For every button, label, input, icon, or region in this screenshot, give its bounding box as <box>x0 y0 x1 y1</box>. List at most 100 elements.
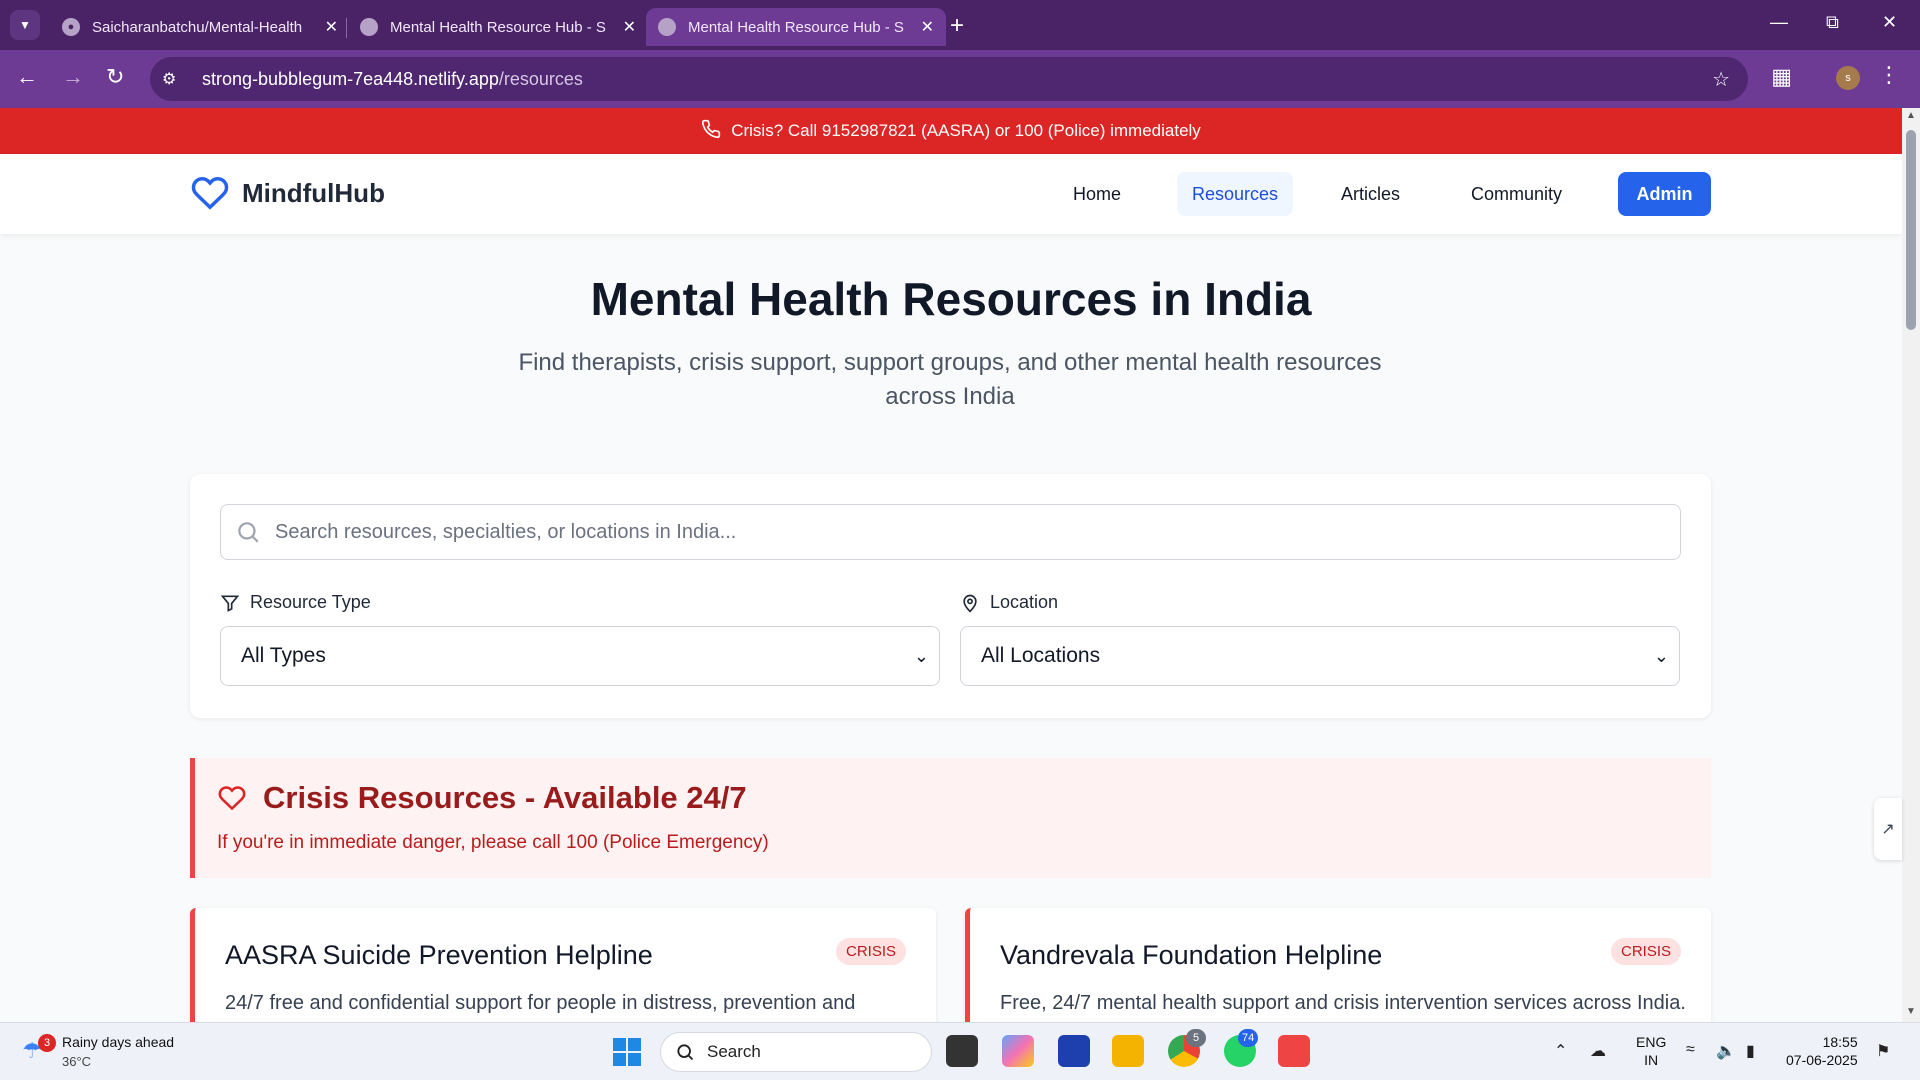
page-scrollbar[interactable]: ▲ ▼ <box>1902 108 1920 1022</box>
chrome-profile-badge: 5 <box>1186 1029 1206 1047</box>
filter-card: Search resources, specialties, or locati… <box>190 474 1711 718</box>
tab-title: Saicharanbatchu/Mental-Health <box>92 18 303 36</box>
weather-temp: 36°C <box>62 1054 92 1069</box>
map-pin-icon <box>963 594 977 612</box>
page-subtitle: Find therapists, crisis support, support… <box>518 349 1382 410</box>
crisis-resources-panel: Crisis Resources - Available 24/7 If you… <box>190 758 1711 878</box>
scroll-down-icon[interactable]: ▼ <box>1906 1006 1916 1017</box>
scroll-up-icon[interactable]: ▲ <box>1906 110 1916 121</box>
site-header: MindfulHub Home Resources Articles Commu… <box>0 154 1902 234</box>
language-indicator[interactable]: ENG IN <box>1636 1033 1666 1069</box>
tab-title: Mental Health Resource Hub - S <box>390 18 606 36</box>
browser-tab-resource-hub-active[interactable]: Mental Health Resource Hub - S ✕ <box>646 8 946 46</box>
search-icon <box>238 522 259 543</box>
tab-search-dropdown-icon[interactable]: ▼ <box>10 10 40 40</box>
crisis-banner-text: Crisis? Call 9152987821 (AASRA) or 100 (… <box>731 121 1201 140</box>
side-panel-toggle-icon[interactable]: ↗ <box>1874 798 1902 860</box>
system-clock[interactable]: 18:55 07-06-2025 <box>1786 1033 1858 1069</box>
close-tab-icon[interactable]: ✕ <box>623 17 636 37</box>
resource-type-badge: CRISIS <box>1610 938 1681 965</box>
crisis-banner: Crisis? Call 9152987821 (AASRA) or 100 (… <box>0 108 1902 154</box>
nav-articles[interactable]: Articles <box>1326 172 1415 216</box>
browser-toolbar: ← → ↻ ⚙ strong-bubblegum-7ea448.netlify.… <box>0 50 1920 108</box>
scrollbar-thumb[interactable] <box>1906 130 1916 330</box>
tab-title: Mental Health Resource Hub - S <box>688 18 904 36</box>
browser-menu-icon[interactable]: ⋮ <box>1878 62 1900 88</box>
browser-tab-github[interactable]: ● Saicharanbatchu/Mental-Health ✕ <box>50 8 350 46</box>
windows-taskbar: ☂ 3 Rainy days ahead 36°C Search 5 74 ⌃ … <box>0 1022 1920 1080</box>
taskbar-search[interactable]: Search <box>660 1032 932 1072</box>
nav-home[interactable]: Home <box>1058 172 1136 216</box>
location-label: Location <box>960 592 1058 613</box>
resource-card[interactable]: Vandrevala Foundation Helpline CRISIS Fr… <box>965 908 1711 1028</box>
new-tab-icon[interactable]: + <box>950 12 964 40</box>
close-window-icon[interactable]: ✕ <box>1882 12 1897 33</box>
crisis-resources-heading: Crisis Resources - Available 24/7 <box>217 780 747 816</box>
chevron-down-icon: ⌄ <box>1653 645 1669 666</box>
taskbar-search-label: Search <box>707 1042 761 1061</box>
umbrella-icon: ☂ 3 <box>22 1034 56 1066</box>
filter-icon <box>220 595 240 612</box>
weather-badge: 3 <box>38 1034 56 1052</box>
resource-type-select[interactable]: All Types ⌄ <box>220 626 940 686</box>
tab-separator <box>346 18 347 38</box>
heart-logo-icon <box>191 176 229 210</box>
chevron-down-icon: ⌄ <box>913 645 929 666</box>
back-icon[interactable]: ← <box>16 64 38 90</box>
resource-type-label: Resource Type <box>220 592 371 613</box>
globe-icon <box>658 18 676 36</box>
windows-start-icon[interactable] <box>612 1037 642 1067</box>
microsoft-store-icon[interactable] <box>1058 1035 1090 1067</box>
task-view-icon[interactable] <box>946 1035 978 1067</box>
logo-text: MindfulHub <box>242 177 385 208</box>
resource-description: 24/7 free and confidential support for p… <box>225 992 856 1014</box>
admin-button[interactable]: Admin <box>1618 172 1711 216</box>
close-tab-icon[interactable]: ✕ <box>921 17 934 37</box>
wifi-icon[interactable]: ≈ <box>1686 1041 1695 1059</box>
site-logo[interactable]: MindfulHub <box>190 174 385 212</box>
copilot-icon[interactable] <box>1002 1035 1034 1067</box>
pdf-reader-icon[interactable] <box>1278 1035 1310 1067</box>
restore-icon[interactable]: ⧉ <box>1826 12 1839 33</box>
weather-title: Rainy days ahead <box>62 1034 175 1050</box>
browser-tab-bar: ▼ ● Saicharanbatchu/Mental-Health ✕ Ment… <box>0 0 1920 50</box>
url-text: strong-bubblegum-7ea448.netlify.app/reso… <box>202 68 583 89</box>
github-icon: ● <box>62 18 80 36</box>
phone-icon <box>701 119 721 144</box>
search-input[interactable]: Search resources, specialties, or locati… <box>220 504 1681 560</box>
site-info-icon[interactable]: ⚙ <box>162 69 184 89</box>
reload-icon[interactable]: ↻ <box>106 64 124 90</box>
globe-icon <box>360 18 378 36</box>
resource-description: Free, 24/7 mental health support and cri… <box>1000 992 1686 1014</box>
extensions-icon[interactable]: ▦ <box>1771 64 1792 90</box>
location-value: All Locations <box>981 644 1101 667</box>
whatsapp-badge: 74 <box>1238 1029 1259 1047</box>
location-select[interactable]: All Locations ⌄ <box>960 626 1680 686</box>
resource-name: AASRA Suicide Prevention Helpline <box>225 940 653 970</box>
profile-avatar[interactable]: s <box>1836 66 1860 90</box>
weather-widget[interactable]: ☂ 3 Rainy days ahead 36°C <box>22 1033 174 1071</box>
close-tab-icon[interactable]: ✕ <box>325 17 338 37</box>
browser-tab-resource-hub-1[interactable]: Mental Health Resource Hub - S ✕ <box>348 8 648 46</box>
crisis-emergency-note: If you're in immediate danger, please ca… <box>217 832 769 853</box>
show-hidden-icons-icon[interactable]: ⌃ <box>1554 1041 1567 1061</box>
bookmark-star-icon[interactable]: ☆ <box>1712 67 1730 92</box>
volume-icon[interactable]: 🔈 <box>1716 1041 1736 1061</box>
resource-type-badge: CRISIS <box>835 938 906 965</box>
resource-type-value: All Types <box>241 644 326 667</box>
nav-community[interactable]: Community <box>1456 172 1577 216</box>
file-explorer-icon[interactable] <box>1112 1035 1144 1067</box>
page-title: Mental Health Resources in India <box>590 273 1312 325</box>
notification-bell-icon[interactable]: ⚑ <box>1876 1041 1890 1061</box>
battery-icon[interactable]: ▮ <box>1746 1041 1755 1061</box>
nav-resources[interactable]: Resources <box>1177 172 1294 216</box>
heart-icon <box>218 786 246 811</box>
minimize-icon[interactable]: — <box>1770 12 1788 33</box>
search-icon <box>677 1044 694 1061</box>
resource-card[interactable]: AASRA Suicide Prevention Helpline CRISIS… <box>190 908 936 1028</box>
address-bar[interactable]: ⚙ strong-bubblegum-7ea448.netlify.app/re… <box>150 57 1748 101</box>
search-placeholder: Search resources, specialties, or locati… <box>275 520 737 543</box>
forward-icon[interactable]: → <box>62 64 84 90</box>
onedrive-cloud-icon[interactable]: ☁ <box>1590 1041 1606 1061</box>
resource-name: Vandrevala Foundation Helpline <box>1000 940 1383 970</box>
